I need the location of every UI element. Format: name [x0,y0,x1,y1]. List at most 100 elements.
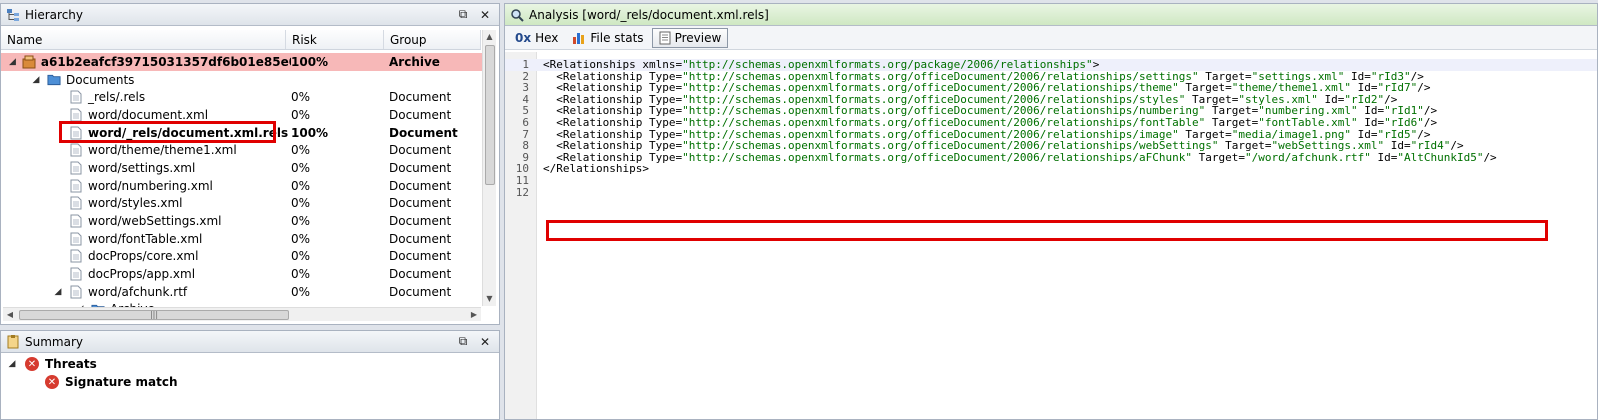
tree-row[interactable]: docProps/core.xml 0% Document [1,248,483,266]
expander-icon[interactable]: ◢ [53,287,63,297]
vertical-scrollbar[interactable]: ▲ ▼ [482,30,496,306]
tree-cell-name: word/fontTable.xml [1,231,291,247]
file-icon [69,178,83,194]
tree-cell-risk: 0% [291,284,311,299]
float-pane-icon[interactable]: ⧉ [455,334,471,350]
tree-row[interactable]: word/document.xml 0% Document [1,106,483,124]
tree-cell-group: Document [389,249,452,264]
file-icon [69,248,83,264]
hex-button[interactable]: 0x Hex [509,28,564,48]
suspicious-line-highlight [546,220,1548,241]
hierarchy-column-headers: Name Risk Group [1,30,481,50]
tree-cell-group: Document [389,267,452,282]
tree-row[interactable]: word/numbering.xml 0% Document [1,177,483,195]
preview-button[interactable]: Preview [651,27,729,48]
tree-row[interactable]: word/settings.xml 0% Document [1,159,483,177]
hierarchy-title: Hierarchy [25,7,84,22]
file-icon [69,231,83,247]
signature-match-node[interactable]: ✕ Signature match [7,373,499,391]
close-pane-icon[interactable]: ✕ [477,7,493,23]
line-number: 12 [515,185,529,199]
tree-row[interactable]: word/webSettings.xml 0% Document [1,212,483,230]
horizontal-scrollbar[interactable]: ◀ ||| ▶ [3,307,481,321]
app-window: Hierarchy ⧉ ✕ Name Risk Group ◢ a61b2eafc… [0,0,1598,420]
magnifier-icon [509,7,525,23]
xml-markup: </Relationships> [543,162,649,176]
file-icon [69,266,83,282]
code-line: 12 [505,185,1597,199]
tree-cell-name: word/numbering.xml [1,178,291,194]
tree-item-label: word/styles.xml [88,196,183,211]
tree-cell-name: ◢ a61b2eafcf39715031357df6b01e85e0d1... [1,54,291,70]
tree-cell-name: docProps/core.xml [1,248,291,264]
tree-row-root[interactable]: ◢ a61b2eafcf39715031357df6b01e85e0d1...10… [1,53,483,71]
folder-icon [47,72,61,88]
close-pane-icon[interactable]: ✕ [477,334,493,350]
tree-row[interactable]: word/_rels/document.xml.rels 100% Document [1,124,483,142]
tree-cell-risk: 0% [291,107,311,122]
tree-cell-risk: 0% [291,160,311,175]
expander-icon[interactable]: ◢ [9,57,16,67]
tree-cell-group: Document [389,231,452,246]
analysis-toolbar: 0x Hex File stats Preview [505,26,1597,50]
threats-node[interactable]: ◢ ✕ Threats [7,355,499,373]
tree-cell-risk: 0% [291,90,311,105]
threats-label: Threats [45,357,97,371]
summary-pane: Summary ⧉ ✕ ◢ ✕ Threats ✕ Signature matc… [0,330,500,420]
column-header-name[interactable]: Name [1,30,286,49]
tree-row[interactable]: word/theme/theme1.xml 0% Document [1,141,483,159]
tree-cell-name: ◢ Documents [1,72,291,88]
tree-row[interactable]: ◢ word/afchunk.rtf 0% Document [1,283,483,301]
summary-icon [5,334,21,350]
tree-cell-risk: 0% [291,178,311,193]
code-lines: 1 <Relationships xmlns="http://schemas.op… [505,59,1597,198]
hierarchy-icon [5,7,21,23]
xml-markup: Target= [1192,150,1245,164]
file-icon [69,284,83,300]
tree-row[interactable]: docProps/app.xml 0% Document [1,265,483,283]
float-pane-icon[interactable]: ⧉ [455,7,471,23]
tree-item-label: word/settings.xml [88,160,196,175]
tree-cell-group: Document [389,214,452,229]
tree-row[interactable]: _rels/.rels 0% Document [1,88,483,106]
tree-row[interactable]: ◢ Documents [1,71,483,89]
column-header-risk[interactable]: Risk [286,30,384,49]
code-preview[interactable]: 1 <Relationships xmlns="http://schemas.op… [505,52,1597,419]
column-header-group[interactable]: Group [384,30,481,49]
analysis-title: Analysis [word/_rels/document.xml.rels] [529,7,769,22]
hex-icon: 0x [515,30,532,45]
tree-cell-group: Document [389,196,452,211]
file-icon [69,125,83,141]
scroll-down-icon[interactable]: ▼ [483,292,496,306]
code-line: 10 </Relationships> [505,163,1597,175]
preview-icon [659,31,671,45]
scroll-up-icon[interactable]: ▲ [483,30,496,44]
tree-cell-risk: 100% [291,54,329,69]
code-text: <Relationship Type="http://schemas.openx… [529,150,1496,164]
tree-row[interactable]: word/styles.xml 0% Document [1,195,483,213]
hierarchy-tree: ◢a61b2eafcf39715031357df6b01e85e0d1...10… [1,53,483,307]
scroll-left-icon[interactable]: ◀ [3,308,17,322]
hierarchy-title-bar: Hierarchy ⧉ ✕ [1,4,499,26]
collapse-icon[interactable]: ◢ [7,359,17,369]
analysis-title-bar: Analysis [word/_rels/document.xml.rels] [505,4,1597,26]
tree-item-label: word/webSettings.xml [88,214,222,229]
tree-row[interactable]: word/fontTable.xml 0% Document [1,230,483,248]
file-icon [69,195,83,211]
file-icon [69,160,83,176]
tree-item-label: Documents [66,72,135,87]
scroll-right-icon[interactable]: ▶ [467,308,481,322]
file-stats-button[interactable]: File stats [566,28,649,48]
tree-item-label: word/fontTable.xml [88,231,203,246]
horizontal-scroll-thumb[interactable]: ||| [19,310,289,320]
tree-item-label: word/theme/theme1.xml [88,143,237,158]
tree-cell-group: Document [389,107,452,122]
expander-icon[interactable]: ◢ [31,75,41,85]
hierarchy-pane: Hierarchy ⧉ ✕ Name Risk Group ◢ a61b2eafc… [0,3,500,325]
tree-cell-name: word/document.xml [1,107,291,123]
tree-cell-group: Document [389,178,452,193]
tree-cell-group: Archive [389,54,440,69]
signature-match-label: Signature match [65,375,178,389]
vertical-scroll-thumb[interactable] [485,45,495,185]
